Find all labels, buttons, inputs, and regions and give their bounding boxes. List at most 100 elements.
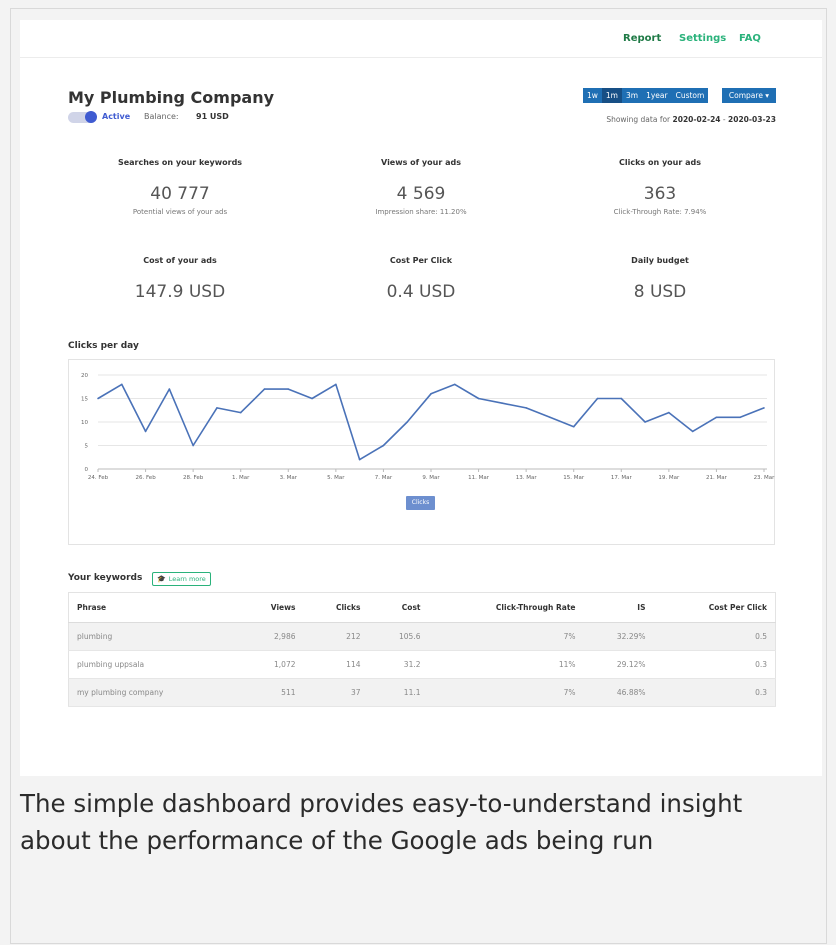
stat-value: 40 777 [150, 184, 210, 204]
cell-phrase: plumbing uppsala [68, 650, 249, 679]
figure-caption: The simple dashboard provides easy-to-un… [20, 789, 743, 855]
stat-value: 363 [643, 184, 677, 204]
data-point [572, 425, 575, 428]
graduation-cap-icon: 🎓 [157, 575, 166, 583]
data-point [335, 383, 337, 386]
dashboard: Report Settings FAQ My Plumbing Company … [20, 20, 822, 776]
cell-cost: 31.2 [368, 650, 429, 679]
col-header-cpc[interactable]: Cost Per Click [653, 592, 776, 623]
cell-ctr: 7% [428, 678, 584, 707]
table-row: plumbing uppsala 1,072 114 31.2 11% 29.1… [68, 650, 776, 679]
col-header-views[interactable]: Views [248, 592, 304, 623]
stat-subtitle: Click-Through Rate: 7.94% [613, 208, 707, 216]
y-tick-label: 5 [85, 444, 89, 450]
cell-views: 1,072 [248, 650, 304, 679]
end-date: 2020-03-23 [728, 115, 776, 124]
x-tick-label: 1. Mar [232, 475, 250, 481]
col-header-clicks[interactable]: Clicks [303, 592, 369, 623]
x-tick-label: 13. Mar [516, 475, 538, 481]
x-tick-label: 5. Mar [327, 475, 345, 481]
col-header-is[interactable]: IS [583, 592, 654, 623]
stat-title: Daily budget [631, 256, 689, 265]
x-tick-label: 28. Feb [183, 475, 204, 481]
stat-cost: Cost of your ads 147.9 USD [65, 256, 295, 302]
legend-clicks[interactable]: Clicks [406, 496, 435, 510]
x-tick-label: 21. Mar [706, 475, 728, 481]
keywords-title: Your keywords [68, 573, 143, 583]
stat-value: 4 569 [396, 184, 446, 204]
cell-is: 29.12% [583, 650, 654, 679]
table-header-row: Phrase Views Clicks Cost Click-Through R… [68, 592, 776, 623]
stat-subtitle: Potential views of your ads [132, 208, 228, 216]
data-point [453, 383, 456, 386]
range-button-1m[interactable]: 1m [601, 88, 622, 103]
data-point [644, 421, 646, 423]
x-tick-label: 15. Mar [563, 475, 585, 481]
cell-is: 46.88% [583, 678, 654, 707]
x-tick-label: 3. Mar [280, 475, 298, 481]
line-chart: 0 5 10 15 20 24. Feb 26. Feb 28. Feb 1. Mar 3. Ma… [81, 373, 776, 481]
x-tick-label: 24. Feb [88, 475, 109, 481]
start-date: 2020-02-24 [672, 115, 721, 124]
data-point [120, 383, 123, 386]
data-point [311, 397, 313, 400]
range-button-custom[interactable]: Custom [672, 88, 709, 103]
y-tick-label: 20 [81, 373, 88, 379]
range-button-1w[interactable]: 1w [583, 88, 602, 103]
cell-clicks: 114 [303, 650, 369, 679]
data-point [596, 397, 599, 400]
balance-label: Balance: [144, 112, 179, 121]
cell-cpc: 0.5 [653, 622, 776, 651]
stat-value: 0.4 USD [386, 282, 456, 302]
balance-value: 91 USD [196, 112, 229, 121]
stat-title: Cost of your ads [143, 256, 217, 265]
col-header-ctr[interactable]: Click-Through Rate [428, 592, 584, 623]
cell-cpc: 0.3 [653, 650, 776, 679]
stat-cost-per-click: Cost Per Click 0.4 USD [306, 256, 536, 302]
stat-daily-budget: Daily budget 8 USD [545, 256, 775, 302]
x-tick-label: 26. Feb [135, 475, 156, 481]
data-point [168, 388, 171, 390]
stat-title: Searches on your keywords [117, 158, 243, 167]
cell-views: 2,986 [248, 622, 304, 651]
range-button-1year[interactable]: 1year [642, 88, 672, 103]
clicks-chart: 0 5 10 15 20 24. Feb 26. Feb 28. Feb 1. Mar 3. Ma… [68, 359, 775, 545]
top-nav: Report Settings FAQ [20, 20, 822, 58]
y-tick-label: 10 [81, 420, 88, 426]
x-tick-label: 19. Mar [658, 475, 680, 481]
keywords-table: Phrase Views Clicks Cost Click-Through R… [68, 592, 776, 707]
stat-clicks: Clicks on your ads 363 Click-Through Rat… [545, 158, 775, 216]
y-tick-label: 15 [81, 397, 88, 403]
data-point [763, 407, 765, 409]
range-button-3m[interactable]: 3m [622, 88, 642, 103]
stat-title: Clicks on your ads [619, 158, 701, 167]
data-point [430, 393, 432, 395]
data-point [263, 388, 266, 390]
data-point [477, 397, 480, 400]
data-point [216, 407, 218, 409]
x-tick-label: 23. Mar [754, 475, 776, 481]
col-header-cost[interactable]: Cost [368, 592, 429, 623]
stat-subtitle: Impression share: 11.20% [375, 208, 467, 216]
data-point [97, 397, 99, 400]
nav-settings-link[interactable]: Settings [679, 33, 726, 44]
x-tick-label: 7. Mar [375, 475, 393, 481]
col-header-phrase[interactable]: Phrase [68, 592, 249, 623]
cell-clicks: 212 [303, 622, 369, 651]
learn-more-button[interactable]: 🎓 Learn more [152, 572, 211, 586]
nav-report-link[interactable]: Report [623, 33, 661, 44]
cell-ctr: 11% [428, 650, 584, 679]
stat-searches: Searches on your keywords 40 777 Potenti… [65, 158, 295, 216]
compare-dropdown[interactable]: Compare ▾ [722, 88, 776, 103]
showing-prefix: Showing data for [606, 115, 671, 124]
data-point [501, 402, 504, 404]
data-point [668, 411, 670, 414]
nav-faq-link[interactable]: FAQ [739, 33, 761, 44]
data-point [239, 411, 242, 414]
cell-views: 511 [248, 678, 304, 707]
cell-cost: 11.1 [368, 678, 429, 707]
data-point [382, 444, 385, 447]
data-point [525, 407, 527, 409]
data-point [549, 416, 551, 419]
active-toggle[interactable] [68, 111, 97, 123]
